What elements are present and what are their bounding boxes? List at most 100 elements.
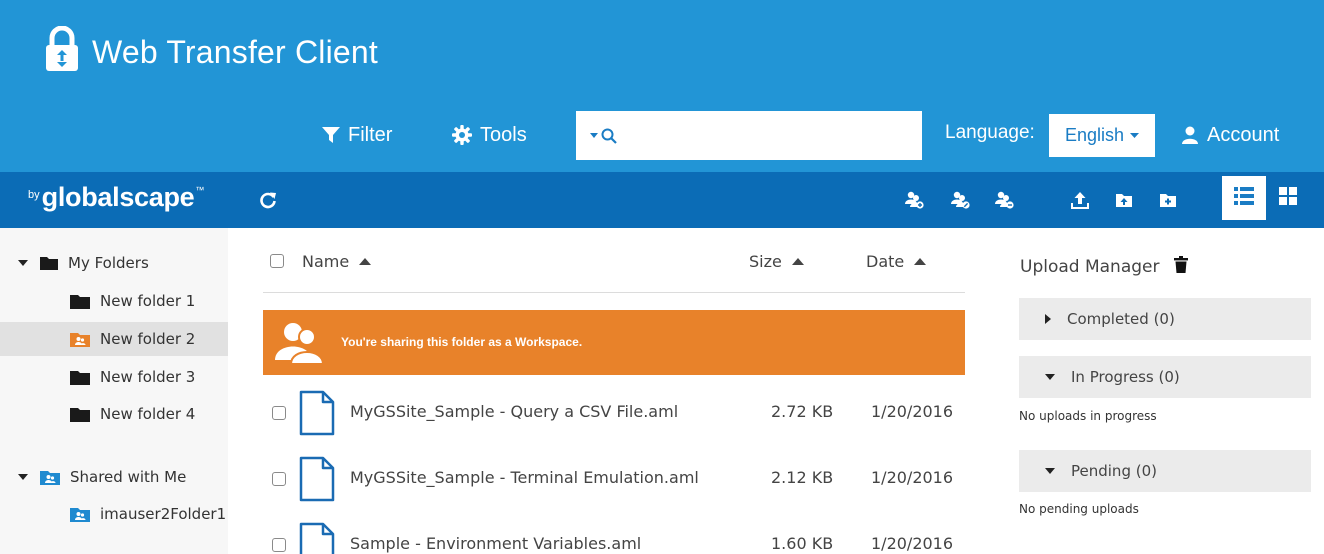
file-size: 1.60 KB: [771, 534, 834, 553]
app-title: Web Transfer Client: [92, 34, 378, 70]
column-header-label: Name: [302, 252, 350, 271]
caret-down-icon: [18, 473, 28, 480]
in-progress-note: No uploads in progress: [1019, 409, 1157, 423]
list-view-icon: [1234, 187, 1254, 209]
tree-item-folder-selected[interactable]: New folder 2: [0, 322, 228, 356]
remove-users-icon[interactable]: [994, 190, 1014, 210]
tree-item-my-folders[interactable]: My Folders: [0, 246, 228, 280]
pending-section-toggle[interactable]: Pending (0): [1019, 450, 1311, 492]
caret-down-icon: [18, 259, 28, 266]
tree-item-label: Shared with Me: [70, 468, 187, 486]
file-name[interactable]: Sample - Environment Variables.aml: [350, 534, 641, 553]
account-button[interactable]: Account: [1181, 120, 1279, 150]
tree-item-label: New folder 4: [100, 405, 196, 423]
shared-folder-icon: [70, 507, 90, 522]
folder-icon: [70, 370, 90, 385]
search-input[interactable]: [617, 111, 922, 160]
shared-folder-icon: [70, 332, 90, 347]
file-size: 2.12 KB: [771, 468, 834, 487]
search-icon: [601, 128, 617, 144]
column-header-label: Size: [749, 252, 782, 271]
list-view-button[interactable]: [1222, 176, 1266, 220]
grid-view-button[interactable]: [1276, 186, 1300, 210]
upload-manager-label: Upload Manager: [1020, 257, 1160, 277]
gear-icon: [452, 125, 472, 145]
tree-item-shared-with-me[interactable]: Shared with Me: [0, 460, 228, 494]
tools-label: Tools: [480, 123, 527, 146]
completed-section-toggle[interactable]: Completed (0): [1019, 298, 1311, 340]
section-label: In Progress (0): [1071, 368, 1180, 386]
row-checkbox[interactable]: [272, 472, 286, 486]
sort-asc-icon: [914, 258, 927, 265]
filter-icon: [322, 126, 340, 144]
users-icon: [273, 320, 327, 370]
sort-asc-icon: [791, 258, 804, 265]
tree-item-label: New folder 3: [100, 368, 196, 386]
globalscape-logo: by globalscape ™: [28, 182, 205, 212]
column-header-label: Date: [866, 252, 905, 271]
file-icon: [299, 390, 335, 440]
tree-item-label: New folder 2: [100, 330, 196, 348]
shared-folder-icon: [40, 470, 60, 485]
caret-right-icon: [1045, 314, 1051, 324]
column-header-size[interactable]: Size: [749, 252, 804, 271]
select-all-checkbox[interactable]: [270, 254, 284, 268]
file-size: 2.72 KB: [771, 402, 834, 421]
app-header: Web Transfer Client Filter Tools Languag…: [0, 0, 1324, 172]
file-icon: [299, 456, 335, 506]
upload-icon[interactable]: [1070, 190, 1090, 210]
user-icon: [1181, 126, 1199, 144]
tree-item-folder[interactable]: New folder 1: [0, 284, 228, 318]
upload-manager-title: Upload Manager: [1020, 256, 1188, 278]
folder-icon: [70, 294, 90, 309]
tree-item-folder[interactable]: New folder 4: [0, 397, 228, 431]
section-label: Completed (0): [1067, 310, 1175, 328]
lock-logo-icon: [44, 25, 80, 72]
file-icon: [299, 522, 335, 554]
language-label: Language:: [945, 122, 1035, 143]
edit-users-icon[interactable]: [950, 190, 970, 210]
filter-button[interactable]: Filter: [322, 120, 392, 150]
tree-item-shared-folder[interactable]: imauser2Folder1: [0, 497, 228, 531]
sort-asc-icon: [359, 258, 372, 265]
column-header-date[interactable]: Date: [866, 252, 927, 271]
column-header-name[interactable]: Name: [302, 252, 372, 271]
trash-icon[interactable]: [1173, 256, 1188, 278]
caret-down-icon: [1130, 132, 1140, 138]
file-row[interactable]: Sample - Environment Variables.aml 1.60 …: [263, 516, 965, 554]
tree-item-label: imauser2Folder1: [100, 505, 227, 523]
folder-icon: [70, 407, 90, 422]
tools-button[interactable]: Tools: [452, 120, 527, 150]
tree-item-label: My Folders: [68, 254, 149, 272]
search-options-dropdown[interactable]: [590, 128, 617, 144]
caret-down-icon: [1045, 374, 1055, 380]
in-progress-section-toggle[interactable]: In Progress (0): [1019, 356, 1311, 398]
row-checkbox[interactable]: [272, 538, 286, 552]
account-label: Account: [1207, 123, 1280, 146]
folder-icon: [40, 256, 58, 270]
file-row[interactable]: MyGSSite_Sample - Query a CSV File.aml 2…: [263, 384, 965, 442]
row-checkbox[interactable]: [272, 406, 286, 420]
file-date: 1/20/2016: [871, 534, 954, 553]
section-label: Pending (0): [1071, 462, 1157, 480]
tree-item-label: New folder 1: [100, 292, 196, 310]
language-value: English: [1064, 125, 1125, 145]
file-name[interactable]: MyGSSite_Sample - Query a CSV File.aml: [350, 402, 678, 421]
toolbar: by globalscape ™: [0, 172, 1324, 228]
new-folder-icon[interactable]: [1158, 190, 1178, 210]
file-row[interactable]: MyGSSite_Sample - Terminal Emulation.aml…: [263, 450, 965, 508]
file-name[interactable]: MyGSSite_Sample - Terminal Emulation.aml: [350, 468, 699, 487]
file-date: 1/20/2016: [871, 468, 954, 487]
search-box: [576, 111, 922, 160]
banner-text: You're sharing this folder as a Workspac…: [341, 335, 583, 349]
language-select[interactable]: English: [1049, 114, 1155, 157]
refresh-icon[interactable]: [258, 190, 278, 210]
filter-label: Filter: [348, 123, 393, 146]
tree-item-folder[interactable]: New folder 3: [0, 360, 228, 394]
upload-folder-icon[interactable]: [1114, 190, 1134, 210]
file-date: 1/20/2016: [871, 402, 954, 421]
grid-view-icon: [1279, 187, 1297, 209]
add-users-icon[interactable]: [904, 190, 924, 210]
caret-down-icon: [590, 132, 598, 138]
header-divider: [263, 292, 965, 293]
